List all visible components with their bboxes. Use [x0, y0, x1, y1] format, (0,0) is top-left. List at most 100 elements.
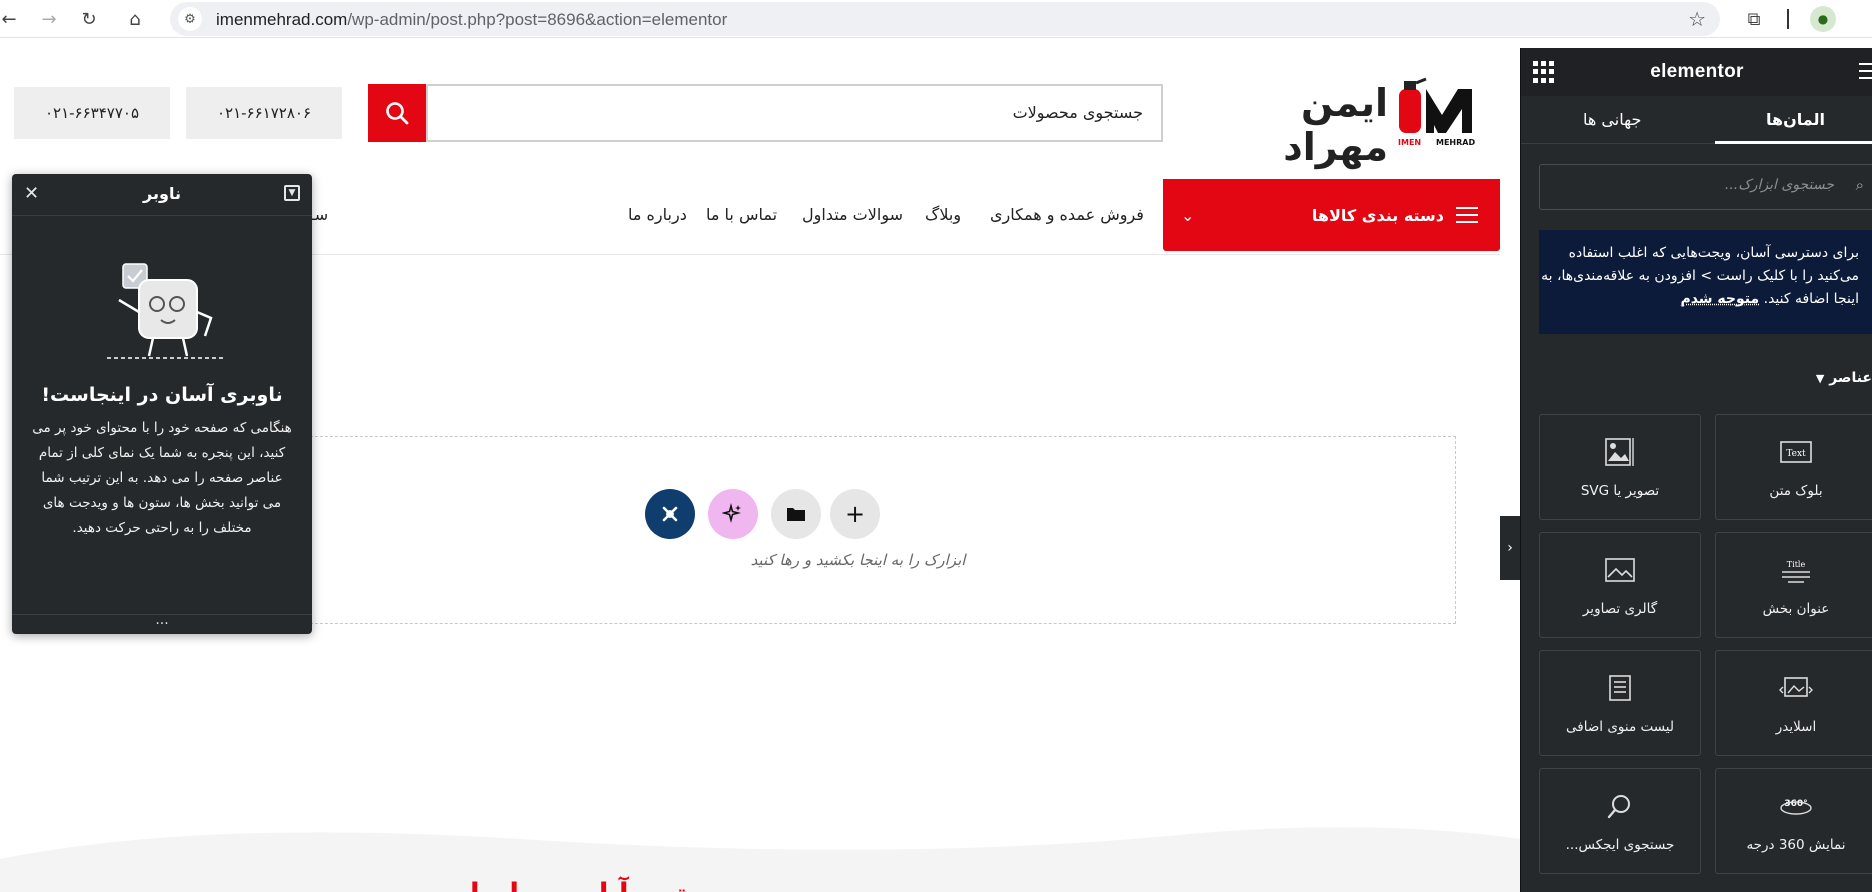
- widget-label: لیست منوی اضافی: [1540, 719, 1700, 735]
- widget-menu-list[interactable]: لیست منوی اضافی: [1539, 650, 1701, 756]
- home-icon[interactable]: ⌂: [122, 6, 148, 32]
- extensions-icon[interactable]: ⧉: [1742, 7, 1766, 31]
- url-host: imenmehrad.com: [216, 10, 347, 29]
- elementor-panel: elementor المان‌ها جهانی ها جستجوی ابزار…: [1520, 48, 1872, 892]
- menu-list-icon: [1540, 671, 1700, 705]
- footer-wave: [0, 819, 1520, 892]
- widget-label: اسلایدر: [1716, 719, 1872, 735]
- template-library-button[interactable]: [771, 489, 821, 539]
- menu-item-about[interactable]: درباره ما: [628, 205, 687, 224]
- svg-text:360°: 360°: [1784, 799, 1807, 809]
- search-button[interactable]: [368, 84, 426, 142]
- favorites-notice: برای دسترسی آسان، ویجت‌هایی که اغلب استف…: [1539, 230, 1872, 334]
- reload-icon[interactable]: ↻: [76, 6, 102, 32]
- active-tab-indicator: [1715, 141, 1872, 144]
- panel-collapse-toggle[interactable]: ›: [1500, 516, 1520, 580]
- search-icon: [384, 100, 410, 126]
- widget-image-svg[interactable]: تصویر یا SVG: [1539, 414, 1701, 520]
- hamburger-icon: [1456, 206, 1478, 224]
- folder-icon: [786, 506, 806, 522]
- logo-text: ایمن مهراد: [1200, 81, 1388, 169]
- menu-item-faq[interactable]: سوالات متداول: [802, 205, 903, 224]
- widget-label: بلوک متن: [1716, 483, 1872, 499]
- widget-label: نمایش 360 درجه: [1716, 837, 1872, 853]
- forward-arrow-icon[interactable]: →: [36, 6, 62, 32]
- profile-avatar[interactable]: ●: [1810, 6, 1836, 32]
- elementor-brand: elementor: [1521, 61, 1872, 83]
- svg-text:Text: Text: [1786, 449, 1806, 459]
- site-logo[interactable]: ایمن مهراد IMEN MEHRAD: [1200, 75, 1480, 151]
- drop-zone-hint: ابزارک را به اینجا بکشید و رها کنید: [261, 551, 1455, 569]
- menu-item-contact[interactable]: تماس با ما: [706, 205, 777, 224]
- navigator-description: هنگامی که صفحه خود را با محتوای خود پر م…: [32, 416, 292, 541]
- svg-text:Title: Title: [1787, 560, 1806, 569]
- phone-box-2: ۰۲۱-۶۶۱۷۲۸۰۶: [186, 87, 342, 139]
- gallery-icon: [1540, 553, 1700, 587]
- search-input[interactable]: جستجوی محصولات: [426, 84, 1163, 142]
- heading-icon: Title: [1716, 553, 1872, 587]
- chevron-down-icon: ⌄: [1181, 206, 1194, 225]
- elementor-header: elementor: [1521, 48, 1872, 96]
- bookmark-star-icon[interactable]: ☆: [1688, 7, 1706, 31]
- toolbar-divider: [1787, 9, 1789, 29]
- site-info-icon[interactable]: ⚙: [178, 7, 202, 31]
- category-menu-button[interactable]: ⌄ دسته بندی کالاها: [1163, 179, 1500, 251]
- section-title-label: عناصر: [1829, 370, 1872, 386]
- phone-box-1: ۰۲۱-۶۶۳۴۷۷۰۵: [14, 87, 170, 139]
- add-template-button[interactable]: [645, 489, 695, 539]
- text-editor-icon: Text: [1716, 435, 1872, 469]
- navigator-header[interactable]: ✕ ناوبر ▼: [12, 174, 312, 216]
- ai-sparkle-icon: [722, 503, 744, 525]
- category-button-label: دسته بندی کالاها: [1312, 206, 1444, 225]
- plus-icon: +: [845, 500, 865, 528]
- add-section-button[interactable]: +: [830, 489, 880, 539]
- search-icon: ⌕: [1856, 176, 1864, 194]
- logo-sub-right: MEHRAD: [1436, 138, 1475, 147]
- elementor-tabs: المان‌ها جهانی ها: [1521, 96, 1872, 144]
- url-path: /wp-admin/post.php?post=8696&action=elem…: [347, 10, 727, 29]
- tab-global[interactable]: جهانی ها: [1583, 110, 1641, 129]
- widget-text-editor[interactable]: Text بلوک متن: [1715, 414, 1872, 520]
- product-search: جستجوی محصولات: [368, 84, 1163, 142]
- widget-heading[interactable]: Title عنوان بخش: [1715, 532, 1872, 638]
- notice-dismiss-link[interactable]: متوجه شدم: [1680, 291, 1759, 307]
- browser-toolbar: ← → ↻ ⌂ ⚙ imenmehrad.com/wp-admin/post.p…: [0, 0, 1872, 38]
- widget-search-input[interactable]: جستجوی ابزارک... ⌕: [1539, 164, 1872, 210]
- ajax-search-icon: [1540, 789, 1700, 823]
- navigator-heading: ناوبری آسان در اینجاست!: [12, 384, 312, 406]
- partial-heading: ـتـی آـا ـ ـیـ ـاـ ـا: [470, 877, 697, 892]
- menu-item-overflow[interactable]: سـ: [310, 205, 328, 224]
- menu-item-blog[interactable]: وبلاگ: [925, 205, 961, 224]
- ai-generate-button[interactable]: [708, 489, 758, 539]
- caret-down-icon: ▼: [1816, 372, 1824, 385]
- view-360-icon: 360°: [1716, 789, 1872, 823]
- widget-search-placeholder: جستجوی ابزارک...: [1725, 177, 1834, 193]
- tab-elements[interactable]: المان‌ها: [1766, 110, 1825, 129]
- extinguisher-logo-icon: IMEN MEHRAD: [1390, 75, 1480, 151]
- section-title[interactable]: عناصر ▼: [1816, 370, 1872, 386]
- menu-icon[interactable]: [1859, 63, 1872, 79]
- widget-ajax-search[interactable]: جستجوی ایجکس...: [1539, 768, 1701, 874]
- widget-label: تصویر یا SVG: [1540, 483, 1700, 499]
- chevron-right-icon: ›: [1507, 540, 1513, 556]
- widget-label: گالری تصاویر: [1540, 601, 1700, 617]
- navigator-title: ناوبر: [12, 184, 312, 203]
- navigator-resize-handle[interactable]: ...: [12, 614, 312, 634]
- empty-section-drop-zone[interactable]: + ابزارک را به اینجا بکشید و رها کنید: [260, 436, 1456, 624]
- widget-slider[interactable]: اسلایدر: [1715, 650, 1872, 756]
- collapse-icon[interactable]: ▼: [284, 185, 300, 201]
- slider-icon: [1716, 671, 1872, 705]
- back-arrow-icon[interactable]: ←: [0, 6, 22, 32]
- menu-item-wholesale[interactable]: فروش عمده و همکاری: [990, 205, 1144, 224]
- widget-label: جستجوی ایجکس...: [1540, 837, 1700, 853]
- navigator-illustration: [97, 252, 227, 362]
- widget-label: عنوان بخش: [1716, 601, 1872, 617]
- navigator-panel: ✕ ناوبر ▼ ناوبری آسان در اینجاست! هنگامی…: [12, 174, 312, 634]
- elementskit-icon: [660, 504, 680, 524]
- logo-sub-left: IMEN: [1398, 138, 1421, 147]
- url-text[interactable]: imenmehrad.com/wp-admin/post.php?post=86…: [216, 10, 727, 30]
- image-svg-icon: [1540, 435, 1700, 469]
- widget-gallery[interactable]: گالری تصاویر: [1539, 532, 1701, 638]
- address-bar[interactable]: ⚙ imenmehrad.com/wp-admin/post.php?post=…: [170, 2, 1720, 36]
- widget-360-view[interactable]: 360° نمایش 360 درجه: [1715, 768, 1872, 874]
